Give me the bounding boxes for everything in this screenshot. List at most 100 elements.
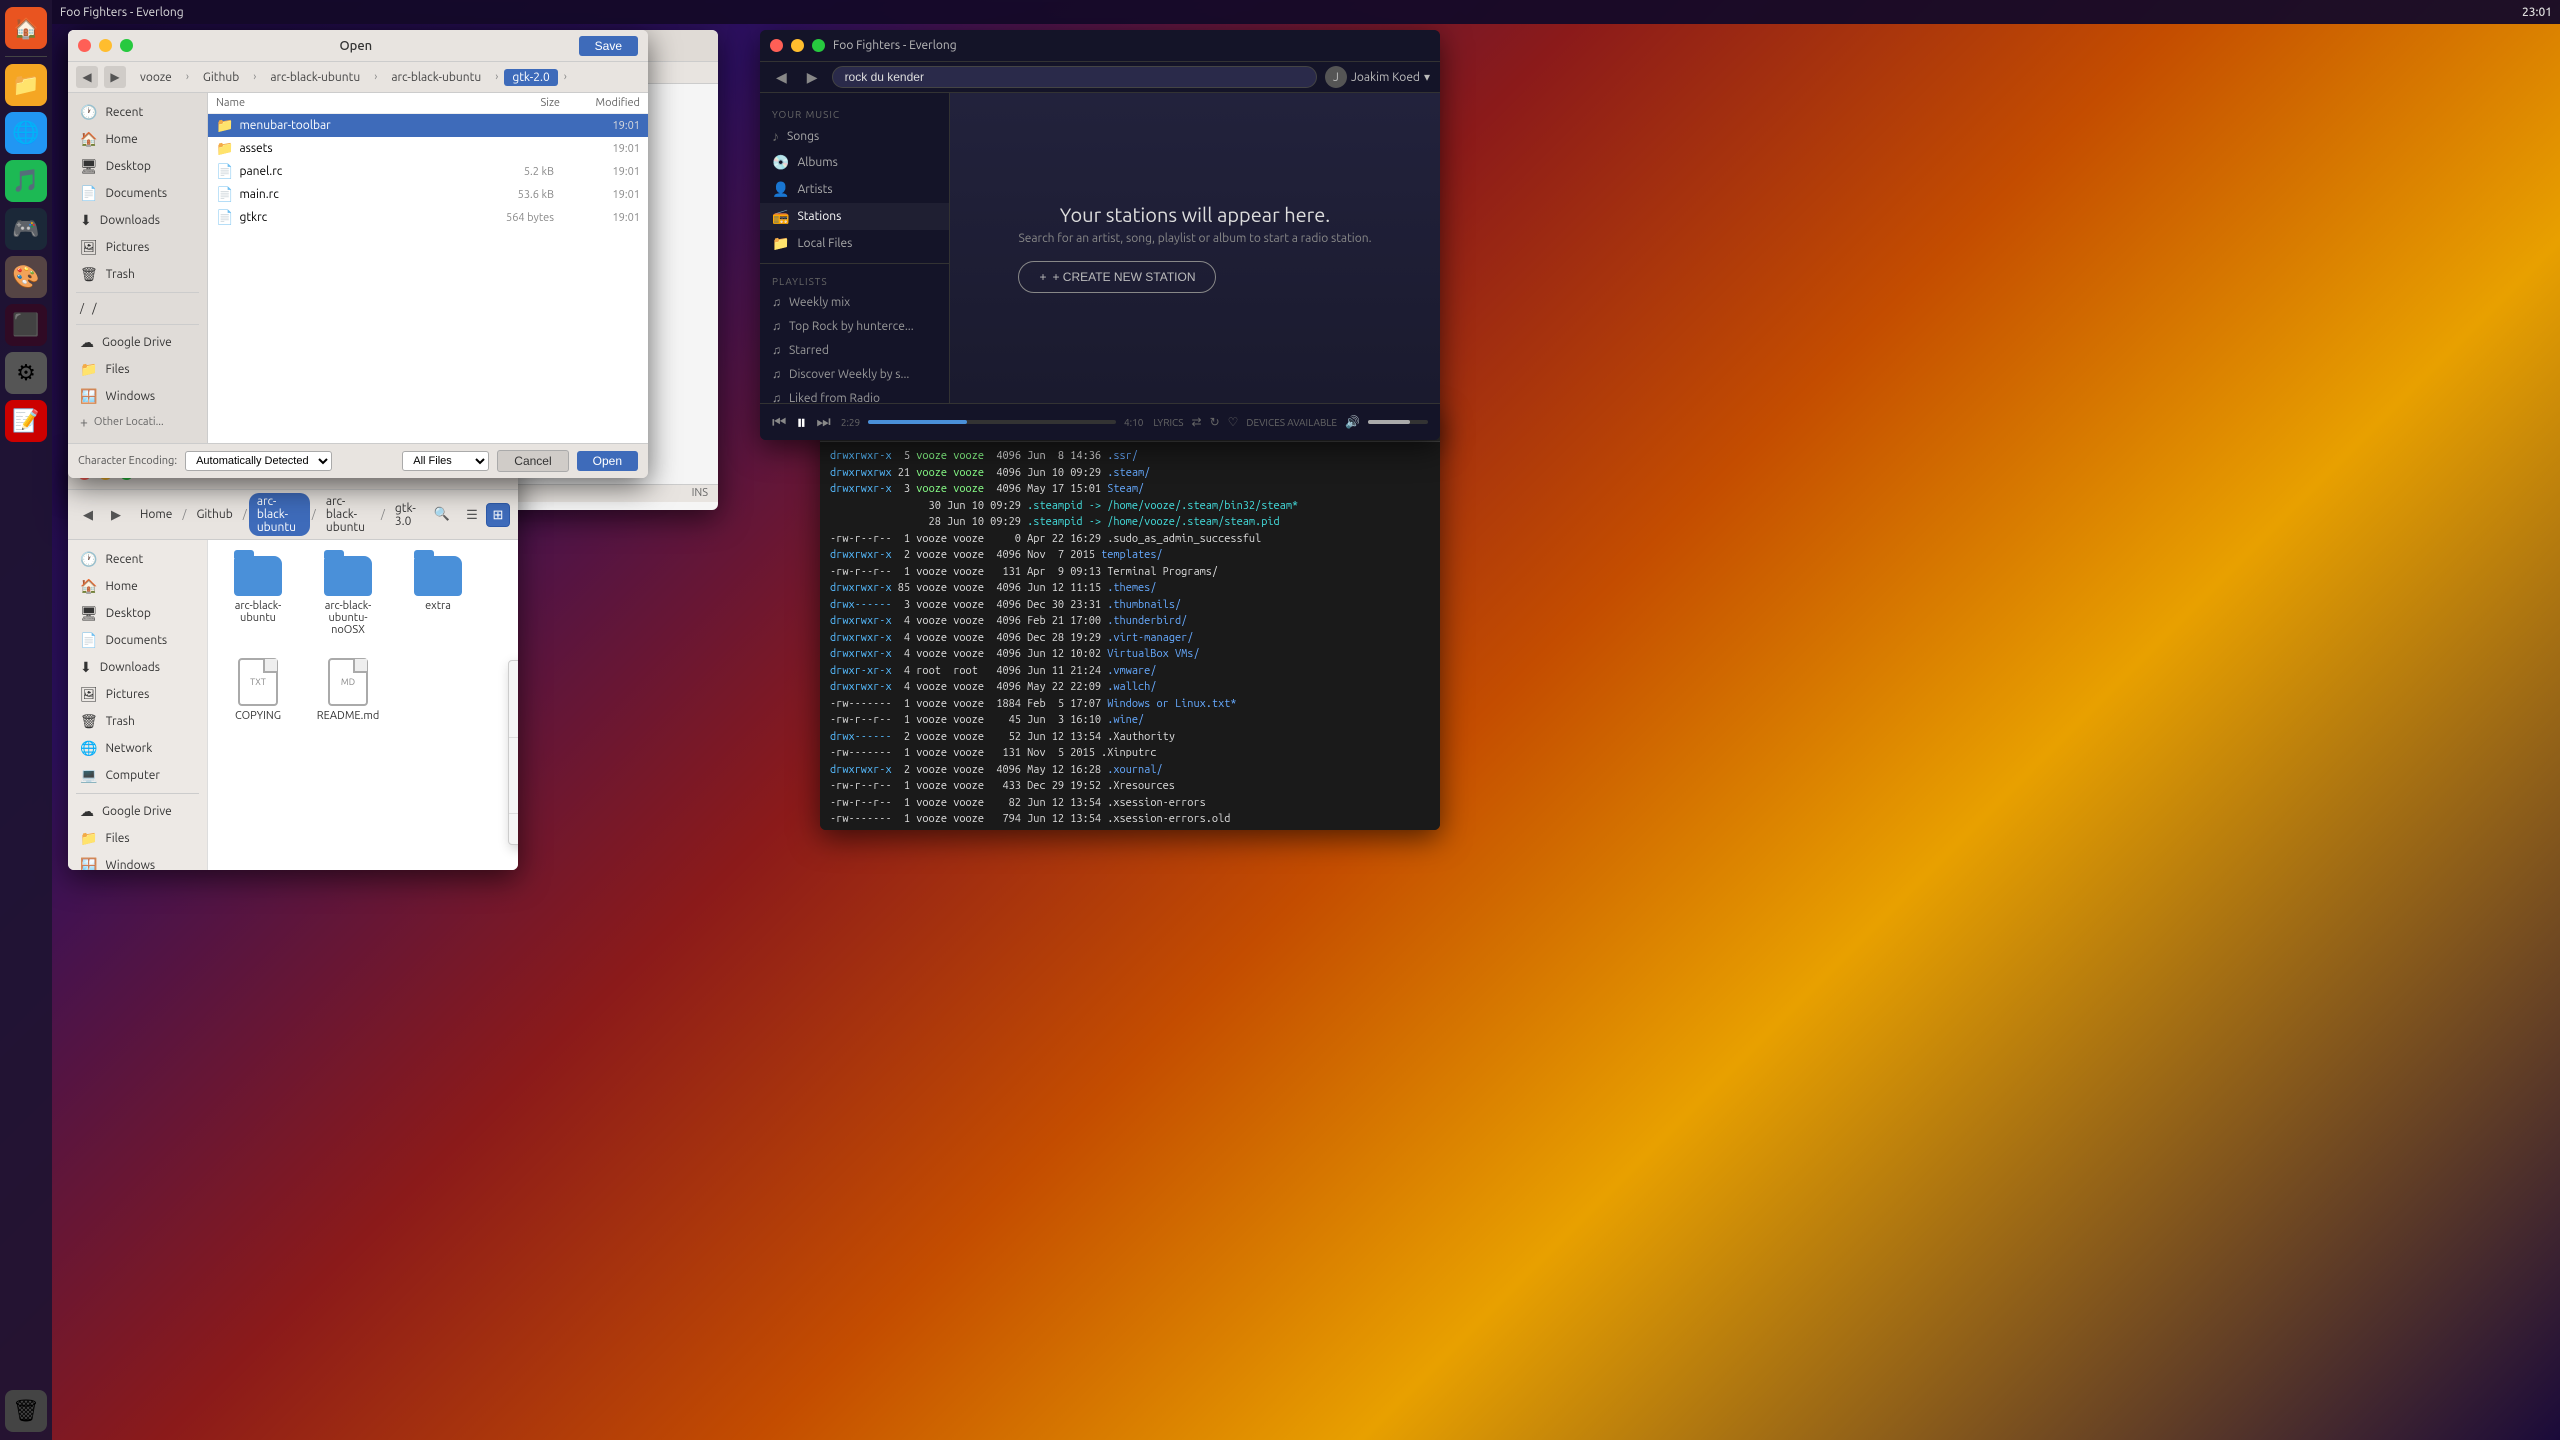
dialog-save-button[interactable]: Save	[579, 36, 638, 56]
launcher-icon-music[interactable]: 🎵	[5, 160, 47, 202]
fm-sidebar-desktop[interactable]: 🖥 Desktop	[68, 600, 207, 627]
sidebar-documents[interactable]: 📄 Documents	[68, 180, 207, 207]
music-player-min-btn[interactable]	[791, 39, 804, 52]
fm-sidebar-pictures[interactable]: 🖼 Pictures	[68, 681, 207, 708]
file-row-gtkrc[interactable]: 📄 gtkrc 564 bytes 19:01	[208, 206, 648, 229]
fm-item-copying[interactable]: TXT COPYING	[218, 652, 298, 728]
launcher-icon-text-editor[interactable]: 📝	[5, 400, 47, 442]
encoding-select[interactable]: Automatically Detected	[185, 451, 332, 471]
fm-sidebar-computer[interactable]: 💻 Computer	[68, 762, 207, 789]
file-row-mainrc[interactable]: 📄 main.rc 53.6 kB 19:01	[208, 183, 648, 206]
breadcrumb-vooze[interactable]: vooze	[132, 69, 180, 86]
sidebar-recent[interactable]: 🕐 Recent	[68, 99, 207, 126]
ctx-new-document[interactable]: New Document ▶	[509, 688, 518, 711]
music-player-max-btn[interactable]	[812, 39, 825, 52]
file-row-panelrc[interactable]: 📄 panel.rc 5.2 kB 19:01	[208, 160, 648, 183]
fm-bc-arc2[interactable]: arc-black-ubuntu	[318, 493, 379, 536]
breadcrumb-github[interactable]: Github	[195, 69, 247, 86]
mp-lyrics-btn[interactable]: LYRICS	[1153, 417, 1183, 428]
mp-next-btn[interactable]: ⏭	[816, 413, 830, 432]
mp-volume-bar[interactable]	[1368, 420, 1428, 424]
fm-forward-btn[interactable]: ▶	[104, 503, 128, 527]
mp-progress-bar[interactable]	[868, 420, 1116, 424]
file-row-menubar-toolbar[interactable]: 📁 menubar-toolbar 19:01	[208, 114, 648, 137]
ctx-change-bg[interactable]: Change Desktop Background	[509, 817, 518, 840]
launcher-icon-terminal[interactable]: ⬛	[5, 304, 47, 346]
fm-sidebar-recent[interactable]: 🕐 Recent	[68, 546, 207, 573]
dialog-back-btn[interactable]: ◀	[76, 66, 98, 88]
playlist-discover[interactable]: ♫ Discover Weekly by s...	[760, 362, 949, 386]
fm-back-btn[interactable]: ◀	[76, 503, 100, 527]
fm-list-view-btn[interactable]: ☰	[460, 503, 484, 527]
fm-sidebar-documents[interactable]: 📄 Documents	[68, 627, 207, 654]
fm-item-extra[interactable]: extra	[398, 550, 478, 642]
fm-sidebar-trash[interactable]: 🗑 Trash	[68, 708, 207, 735]
sidebar-desktop[interactable]: 🖥 Desktop	[68, 153, 207, 180]
mp-shuffle-btn[interactable]: ⇄	[1192, 415, 1202, 429]
mp-nav-local-files[interactable]: 📁 Local Files	[760, 230, 949, 257]
ctx-organize[interactable]: Organize Desktop by Name	[509, 764, 518, 787]
mp-nav-stations[interactable]: 📻 Stations	[760, 203, 949, 230]
open-dialog-min-btn[interactable]	[99, 39, 112, 52]
filetype-select[interactable]: All Files	[402, 451, 489, 471]
sidebar-pictures[interactable]: 🖼 Pictures	[68, 234, 207, 261]
launcher-icon-trash[interactable]: 🗑	[5, 1390, 47, 1432]
breadcrumb-gtk20[interactable]: gtk-2.0	[504, 69, 557, 86]
mp-play-btn[interactable]: ⏸	[796, 410, 806, 434]
dialog-open-button[interactable]: Open	[577, 451, 638, 471]
dialog-forward-btn[interactable]: ▶	[104, 66, 126, 88]
fm-sidebar-windows[interactable]: 🪟 Windows	[68, 852, 207, 870]
launcher-icon-settings[interactable]: ⚙	[5, 352, 47, 394]
launcher-icon-ubuntu[interactable]: 🏠	[5, 7, 47, 49]
launcher-icon-browser[interactable]: 🌐	[5, 112, 47, 154]
fm-item-arc-noosx[interactable]: arc-black-ubuntu-noOSX	[308, 550, 388, 642]
breadcrumb-arc2[interactable]: arc-black-ubuntu	[383, 69, 489, 86]
mp-nav-songs[interactable]: ♪ Songs	[760, 123, 949, 149]
fm-item-arc-black-ubuntu[interactable]: arc-black-ubuntu	[218, 550, 298, 642]
mp-devices-btn[interactable]: DEVICES AVAILABLE	[1246, 417, 1337, 428]
terminal-body[interactable]: drwxrwxr-x 5 vooze vooze 4096 Jun 8 14:3…	[820, 442, 1440, 830]
mp-heart-btn[interactable]: ♡	[1228, 415, 1239, 429]
sidebar-google-drive[interactable]: ☁ Google Drive	[68, 329, 207, 356]
fm-bc-github[interactable]: Github	[188, 506, 240, 523]
launcher-icon-gimp[interactable]: 🎨	[5, 256, 47, 298]
ctx-keep-aligned[interactable]: ✓ Keep Aligned	[509, 787, 518, 810]
mp-back-btn[interactable]: ◀	[770, 67, 793, 88]
ctx-new-folder[interactable]: New Folder	[509, 665, 518, 688]
fm-search-btn[interactable]: 🔍	[428, 505, 456, 524]
fm-grid-view-btn[interactable]: ⊞	[486, 503, 510, 527]
fm-bc-arc[interactable]: arc-black-ubuntu	[249, 493, 310, 536]
mp-nav-artists[interactable]: 👤 Artists	[760, 176, 949, 203]
fm-sidebar-files[interactable]: 📁 Files	[68, 825, 207, 852]
sidebar-root[interactable]: / /	[68, 297, 207, 320]
sidebar-home[interactable]: 🏠 Home	[68, 126, 207, 153]
sidebar-trash[interactable]: 🗑 Trash	[68, 261, 207, 288]
fm-item-readme[interactable]: MD README.md	[308, 652, 388, 728]
create-station-btn[interactable]: + + CREATE NEW STATION	[1018, 261, 1216, 293]
fm-bc-gtk30[interactable]: gtk-3.0	[387, 500, 424, 530]
sidebar-files[interactable]: 📁 Files	[68, 356, 207, 383]
ctx-open-terminal[interactable]: Open Terminal ▶	[509, 711, 518, 734]
mp-forward-btn[interactable]: ▶	[801, 67, 824, 88]
fm-bc-home[interactable]: Home	[132, 506, 180, 523]
fm-sidebar-network[interactable]: 🌐 Network	[68, 735, 207, 762]
mp-user-arrow[interactable]: ▾	[1424, 70, 1430, 84]
open-dialog-close-btn[interactable]	[78, 39, 91, 52]
playlist-top-rock[interactable]: ♫ Top Rock by hunterce...	[760, 314, 949, 338]
sidebar-windows[interactable]: 🪟 Windows	[68, 383, 207, 410]
fm-sidebar-google-drive[interactable]: ☁ Google Drive	[68, 798, 207, 825]
mp-prev-btn[interactable]: ⏮	[772, 413, 786, 432]
playlist-starred[interactable]: ♫ Starred	[760, 338, 949, 362]
dialog-cancel-button[interactable]: Cancel	[497, 450, 568, 472]
launcher-icon-files[interactable]: 📁	[5, 64, 47, 106]
file-row-assets[interactable]: 📁 assets 19:01	[208, 137, 648, 160]
mp-search-input[interactable]	[832, 66, 1317, 88]
fm-sidebar-home[interactable]: 🏠 Home	[68, 573, 207, 600]
mp-repeat-btn[interactable]: ↻	[1210, 415, 1220, 429]
open-dialog-max-btn[interactable]	[120, 39, 133, 52]
fm-sidebar-downloads[interactable]: ⬇ Downloads	[68, 654, 207, 681]
playlist-liked-radio[interactable]: ♫ Liked from Radio	[760, 386, 949, 403]
mp-nav-albums[interactable]: 💿 Albums	[760, 149, 949, 176]
breadcrumb-arc1[interactable]: arc-black-ubuntu	[262, 69, 368, 86]
playlist-weekly-mix[interactable]: ♫ Weekly mix	[760, 290, 949, 314]
